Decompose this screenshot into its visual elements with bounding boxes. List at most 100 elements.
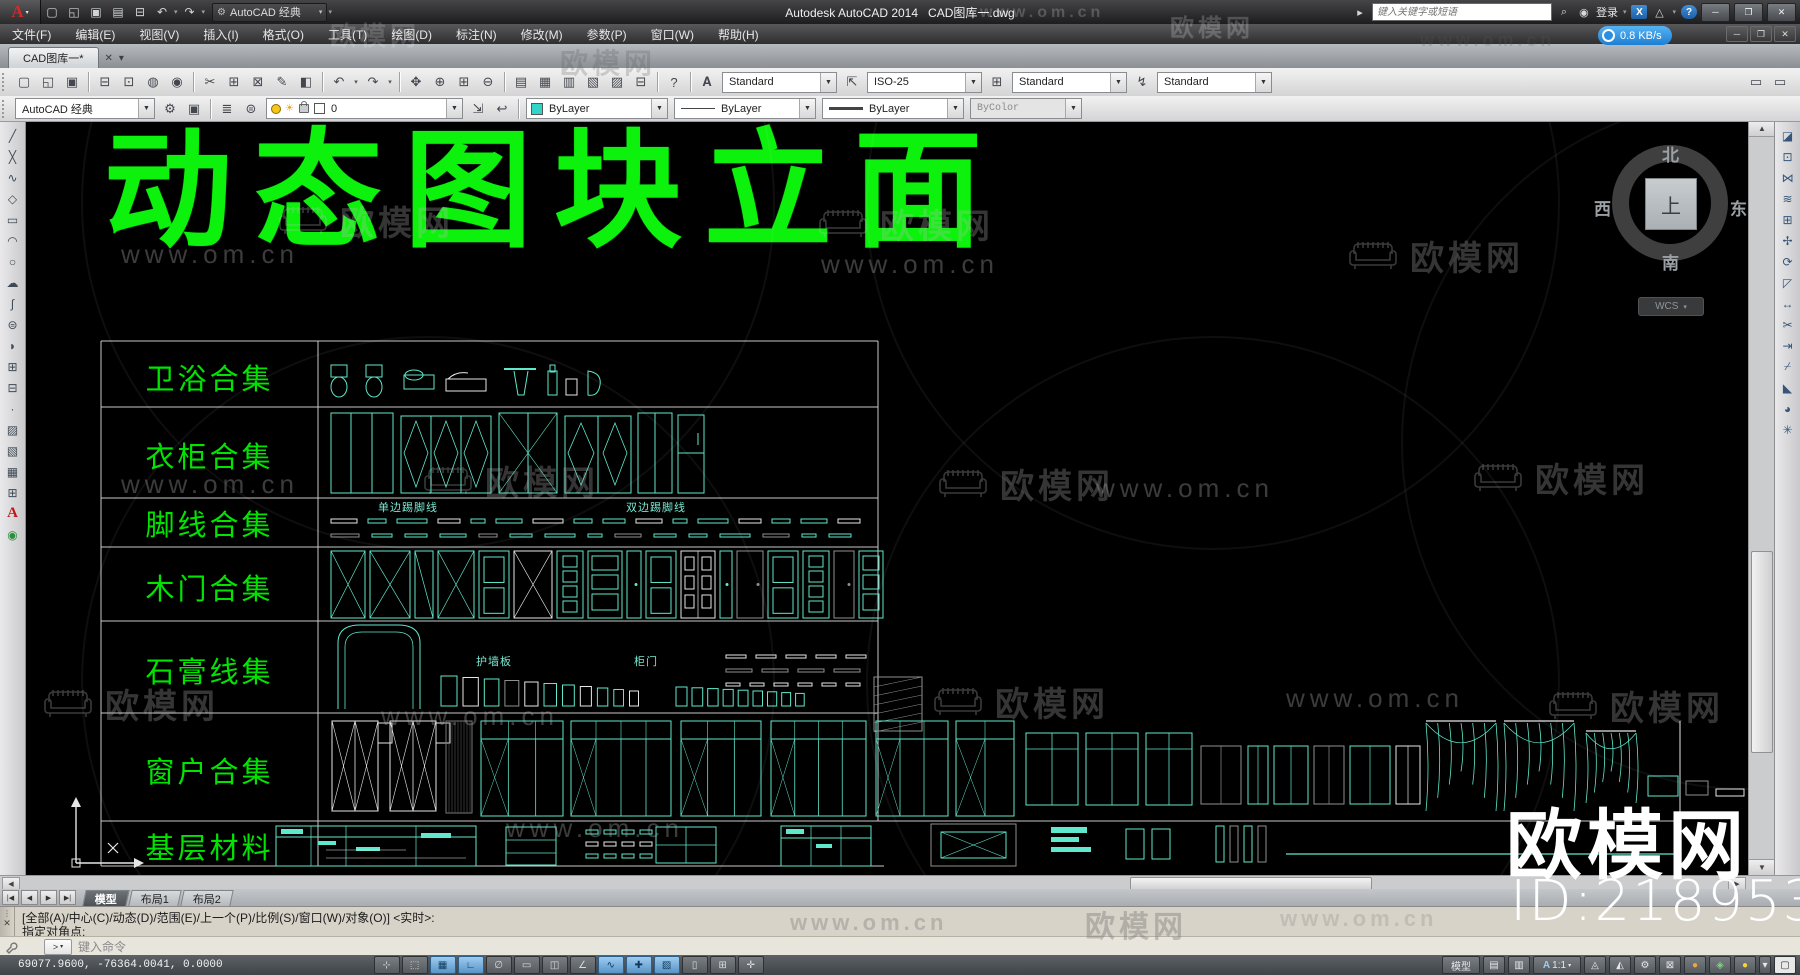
layer-previous-icon[interactable]: ↩ [490, 97, 514, 121]
layer-properties-icon[interactable]: ≣ [215, 97, 239, 121]
linetype-combo[interactable]: ByLayer ▼ [674, 98, 816, 119]
zoom-previous-icon[interactable]: ⊖ [476, 70, 500, 94]
sheet-set-icon[interactable]: ▧ [581, 70, 605, 94]
ellipse-arc-tool-icon[interactable]: ◗ [3, 335, 23, 356]
multileader-style-combo[interactable]: Standard ▼ [1157, 71, 1272, 93]
layer-on-icon[interactable] [271, 103, 281, 114]
selection-cycling-toggle[interactable]: ✛ [737, 956, 764, 974]
mirror-tool-icon[interactable]: ⋈ [1778, 167, 1798, 188]
toolbar-grip[interactable] [2, 73, 9, 91]
vertical-scrollbar[interactable]: ▲ ▼ [1748, 121, 1775, 875]
multileader-style-icon[interactable]: ↯ [1130, 70, 1154, 94]
autocad-app-button[interactable]: A ▾ [0, 0, 41, 24]
toolbar-grip[interactable] [2, 99, 9, 118]
hatch-tool-icon[interactable]: ▨ [3, 419, 23, 440]
menu-8[interactable]: 修改(M) [509, 26, 575, 43]
move-tool-icon[interactable]: ✢ [1778, 230, 1798, 251]
menu-5[interactable]: 工具(T) [316, 26, 379, 43]
doc-restore-button[interactable]: ❐ [1750, 26, 1772, 42]
block-editor-icon[interactable]: ◧ [294, 70, 318, 94]
toolbar-extra-icon[interactable]: ▭ [1744, 70, 1768, 94]
menu-0[interactable]: 文件(F) [0, 26, 63, 43]
rotate-tool-icon[interactable]: ⟳ [1778, 251, 1798, 272]
vertical-scroll-thumb[interactable] [1751, 551, 1773, 753]
menu-10[interactable]: 窗口(W) [639, 26, 706, 43]
table-style-icon[interactable]: ⊞ [985, 70, 1009, 94]
last-layout-icon[interactable]: ▶| [59, 890, 76, 905]
dynamic-ucs-toggle[interactable]: ∿ [597, 956, 624, 974]
menu-11[interactable]: 帮助(H) [706, 26, 771, 43]
copy-tool-icon[interactable]: ⊡ [1778, 146, 1798, 167]
cut-icon[interactable]: ✂ [198, 70, 222, 94]
properties-icon[interactable]: ▤ [509, 70, 533, 94]
workspace-switch-icon[interactable]: ⚙ [1634, 956, 1656, 974]
toolbar-extra2-icon[interactable]: ▭ [1768, 70, 1792, 94]
grid-display-toggle[interactable]: ▦ [429, 956, 456, 974]
array-tool-icon[interactable]: ⊞ [1778, 209, 1798, 230]
quick-properties-toggle[interactable]: ⊞ [709, 956, 736, 974]
preview-icon[interactable]: ⊡ [117, 70, 141, 94]
caret-icon[interactable]: ▾ [385, 70, 395, 94]
spline-tool-icon[interactable]: ∫ [3, 293, 23, 314]
menu-1[interactable]: 编辑(E) [63, 26, 127, 43]
layout-tab-模型[interactable]: 模型 [82, 889, 130, 906]
autoscale-icon[interactable]: ◭ [1609, 956, 1631, 974]
layer-states-icon[interactable]: ⊜ [239, 97, 263, 121]
command-input[interactable]: 键入命令 [78, 938, 126, 955]
plot-icon[interactable]: ◍ [141, 70, 165, 94]
lineweight-combo[interactable]: ByLayer ▼ [822, 98, 964, 119]
prev-layout-icon[interactable]: ◀ [21, 890, 38, 905]
scale-tool-icon[interactable]: ◸ [1778, 272, 1798, 293]
color-combo[interactable]: ByLayer ▼ [526, 98, 668, 119]
text-style-icon[interactable]: 𝐀 [695, 70, 719, 94]
menu-2[interactable]: 视图(V) [127, 26, 191, 43]
login-link[interactable]: 登录 [1596, 4, 1618, 20]
layer-combo[interactable]: ☀ 0 ▼ [266, 98, 463, 119]
stretch-tool-icon[interactable]: ↔ [1778, 293, 1798, 314]
tool-palettes-icon[interactable]: ▥ [557, 70, 581, 94]
dynamic-input-toggle[interactable]: ✚ [625, 956, 652, 974]
match-properties-icon[interactable]: ✎ [270, 70, 294, 94]
workspace-settings-icon[interactable]: ⚙ [158, 97, 182, 121]
save-icon[interactable]: ▣ [60, 70, 84, 94]
quickcalc-icon[interactable]: ⊟ [629, 70, 653, 94]
region-tool-icon[interactable]: ▦ [3, 461, 23, 482]
scroll-up-icon[interactable]: ▲ [1749, 121, 1775, 137]
trim-tool-icon[interactable]: ✂ [1778, 314, 1798, 335]
model-space-button[interactable]: 模型 [1442, 956, 1480, 974]
designcenter-icon[interactable]: ▦ [533, 70, 557, 94]
clean-screen-icon[interactable]: ▢ [1774, 956, 1796, 974]
doc-minimize-button[interactable]: ─ [1726, 26, 1748, 42]
extend-tool-icon[interactable]: ⇥ [1778, 335, 1798, 356]
erase-tool-icon[interactable]: ◪ [1778, 125, 1798, 146]
print-icon[interactable]: ⊟ [93, 70, 117, 94]
menu-3[interactable]: 插入(I) [191, 26, 250, 43]
command-prompt-icon[interactable]: > ▾ [44, 938, 72, 955]
minimize-button[interactable]: ─ [1701, 2, 1730, 22]
open-file-icon[interactable]: ◱ [64, 3, 84, 21]
explode-tool-icon[interactable]: ✳ [1778, 419, 1798, 440]
search-icon[interactable]: ⌕ [1556, 6, 1572, 19]
infocenter-collapse-icon[interactable]: ▸ [1352, 6, 1368, 19]
layout-quickview-icon[interactable]: ▤ [1483, 956, 1505, 974]
fillet-tool-icon[interactable]: ◕ [1778, 398, 1798, 419]
customize-wrench-icon[interactable] [4, 940, 18, 954]
workspace-dropdown[interactable]: ⚙ AutoCAD 经典 ▾ [212, 2, 328, 22]
help-icon[interactable]: ? [1681, 5, 1697, 19]
menu-9[interactable]: 参数(P) [575, 26, 639, 43]
drawing-quickview-icon[interactable]: ▥ [1508, 956, 1530, 974]
zoom-realtime-icon[interactable]: ⊕ [428, 70, 452, 94]
layout-tab-布局1[interactable]: 布局1 [128, 889, 182, 906]
communication-center-icon[interactable]: △ [1651, 6, 1667, 19]
osnap-toggle[interactable]: ▭ [513, 956, 540, 974]
markup-icon[interactable]: ▨ [605, 70, 629, 94]
circle-tool-icon[interactable]: ○ [3, 251, 23, 272]
status-menu-icon[interactable]: ▾ [1759, 956, 1771, 974]
tab-list-icon[interactable]: ▾ [119, 50, 124, 66]
dimension-style-combo[interactable]: ISO-25 ▼ [867, 71, 982, 93]
isolate-objects-icon[interactable]: ● [1684, 956, 1706, 974]
redo-icon[interactable]: ↷ [180, 3, 200, 21]
offset-tool-icon[interactable]: ≋ [1778, 188, 1798, 209]
search-input[interactable] [1371, 3, 1552, 21]
save-as-icon[interactable]: ▤ [108, 3, 128, 21]
